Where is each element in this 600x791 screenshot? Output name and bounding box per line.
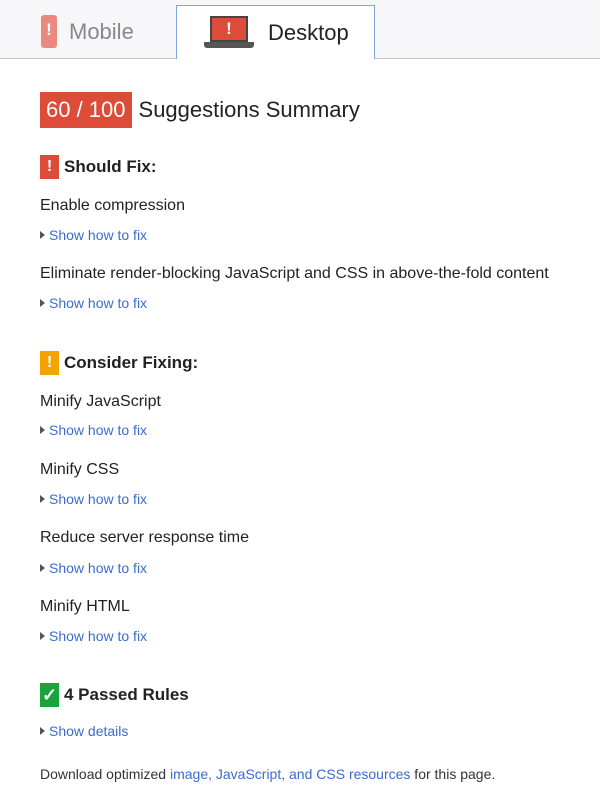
mobile-phone-warning-icon xyxy=(41,15,57,48)
checkmark-icon: ✓ xyxy=(40,683,59,707)
expand-triangle-icon xyxy=(40,564,45,572)
passed-rules-header: ✓ 4 Passed Rules xyxy=(40,683,189,707)
show-how-to-fix-link[interactable]: Show how to fix xyxy=(40,227,147,243)
show-details-link[interactable]: Show details xyxy=(40,723,128,739)
expand-triangle-icon xyxy=(40,727,45,735)
should-fix-title: Should Fix: xyxy=(64,157,157,176)
rule-name: Eliminate render-blocking JavaScript and… xyxy=(40,265,549,282)
download-resources-text: Download optimized image, JavaScript, an… xyxy=(40,766,495,782)
passed-rules-title: 4 Passed Rules xyxy=(64,685,189,704)
footer-suffix: for this page. xyxy=(410,766,496,782)
summary-title: Suggestions Summary xyxy=(138,97,360,122)
link-label: Show how to fix xyxy=(49,227,148,243)
expand-triangle-icon xyxy=(40,632,45,640)
rule-name: Enable compression xyxy=(40,197,185,214)
show-how-to-fix-link[interactable]: Show how to fix xyxy=(40,560,147,576)
consider-fixing-header: ! Consider Fixing: xyxy=(40,351,198,375)
consider-fixing-title: Consider Fixing: xyxy=(64,353,199,372)
tab-mobile-label: Mobile xyxy=(69,18,134,44)
footer-prefix: Download optimized xyxy=(40,766,170,782)
score-badge: 60 / 100 xyxy=(40,92,132,128)
rule-name: Minify HTML xyxy=(40,598,130,615)
link-label: Show details xyxy=(49,723,129,739)
show-how-to-fix-link[interactable]: Show how to fix xyxy=(40,422,147,438)
should-fix-header: ! Should Fix: xyxy=(40,155,157,179)
download-resources-link[interactable]: image, JavaScript, and CSS resources xyxy=(170,766,410,782)
warning-icon: ! xyxy=(40,351,59,375)
warning-icon: ! xyxy=(40,155,59,179)
show-how-to-fix-link[interactable]: Show how to fix xyxy=(40,491,147,507)
rule-name: Minify JavaScript xyxy=(40,393,161,410)
suggestions-summary: 60 / 100 Suggestions Summary xyxy=(40,92,360,128)
tab-desktop[interactable]: ! Desktop xyxy=(176,5,375,59)
rule-name: Reduce server response time xyxy=(40,529,249,546)
link-label: Show how to fix xyxy=(49,628,148,644)
expand-triangle-icon xyxy=(40,299,45,307)
show-how-to-fix-link[interactable]: Show how to fix xyxy=(40,295,147,311)
laptop-warning-icon: ! xyxy=(204,15,254,50)
expand-triangle-icon xyxy=(40,231,45,239)
expand-triangle-icon xyxy=(40,426,45,434)
link-label: Show how to fix xyxy=(49,422,148,438)
tab-bar: Mobile ! Desktop xyxy=(0,0,600,59)
expand-triangle-icon xyxy=(40,495,45,503)
show-how-to-fix-link[interactable]: Show how to fix xyxy=(40,628,147,644)
link-label: Show how to fix xyxy=(49,560,148,576)
tab-desktop-label: Desktop xyxy=(268,19,349,45)
rule-name: Minify CSS xyxy=(40,461,120,478)
link-label: Show how to fix xyxy=(49,491,148,507)
link-label: Show how to fix xyxy=(49,295,148,311)
tab-mobile[interactable]: Mobile xyxy=(7,5,175,58)
